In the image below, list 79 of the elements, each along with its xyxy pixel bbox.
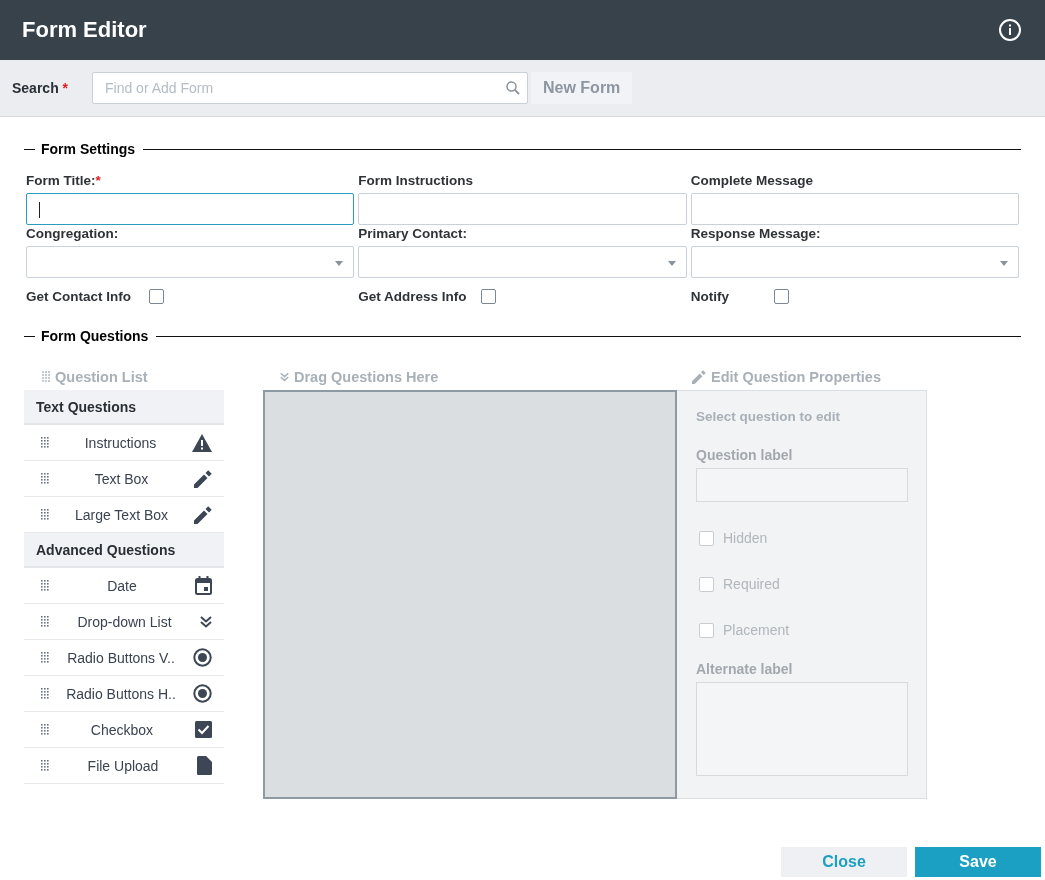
search-field[interactable]: Find or Add Form: [92, 72, 528, 104]
field-label: Form Title:*: [26, 173, 102, 188]
checkbox-label: Hidden: [723, 530, 768, 546]
double-chevron-icon: [280, 372, 289, 382]
field-label: Complete Message: [690, 173, 814, 188]
field-label: Response Message:: [690, 226, 822, 241]
grip-icon: [42, 371, 50, 383]
checkbox[interactable]: [773, 289, 789, 304]
question-type-label: Large Text Box: [73, 506, 170, 523]
grip-icon[interactable]: [41, 687, 49, 700]
grip-icon[interactable]: [41, 508, 49, 521]
checkbox-label: Notify: [690, 289, 730, 304]
panel-title: Drag Questions Here: [294, 369, 439, 385]
grip-icon[interactable]: [41, 579, 49, 592]
window-title: Form Editor: [22, 17, 147, 43]
grip-icon[interactable]: [41, 651, 49, 664]
checkbox-label: Required: [723, 576, 780, 592]
section-title: Form Settings: [41, 141, 136, 157]
section-title: Form Questions: [41, 328, 149, 344]
question-type-item[interactable]: Radio Buttons V..: [24, 640, 224, 676]
checkbox[interactable]: [699, 622, 714, 638]
question-type-item[interactable]: Date: [24, 568, 224, 604]
warning-icon: [192, 433, 212, 452]
grip-icon[interactable]: [41, 759, 49, 772]
properties-hint: Select question to edit: [696, 409, 842, 424]
question-type-label: File Upload: [86, 757, 160, 774]
question-type-label: Radio Buttons H..: [65, 685, 177, 702]
field-label: Form Instructions: [358, 173, 475, 188]
grip-icon[interactable]: [41, 615, 49, 628]
text-field[interactable]: [26, 193, 355, 225]
question-type-label: Radio Buttons V..: [66, 649, 176, 666]
question-label-field[interactable]: [696, 468, 908, 502]
question-type-label: Date: [106, 577, 138, 594]
dropdown-field[interactable]: [690, 246, 1019, 278]
field-label: Congregation:: [26, 226, 120, 241]
file-icon: [197, 756, 212, 775]
checkbox[interactable]: [481, 289, 497, 304]
search-icon[interactable]: [504, 79, 522, 97]
checkbox-label: Placement: [723, 622, 790, 638]
group-header: Advanced Questions: [24, 533, 224, 568]
question-type-item[interactable]: Text Box: [24, 461, 224, 497]
checkbox-label: Get Address Info: [358, 289, 468, 304]
field-label: Question label: [696, 447, 794, 463]
checkbox-icon: [195, 721, 212, 738]
panel-title: Edit Question Properties: [711, 369, 881, 385]
dropdown-field[interactable]: [26, 246, 355, 278]
field-label: Primary Contact:: [358, 226, 469, 241]
checkbox[interactable]: [699, 576, 714, 592]
question-type-item[interactable]: File Upload: [24, 748, 224, 784]
group-header: Text Questions: [24, 390, 224, 425]
checkbox[interactable]: [149, 289, 164, 304]
radio-icon: [193, 684, 212, 703]
text-field[interactable]: [358, 193, 687, 225]
info-icon[interactable]: [998, 18, 1022, 42]
calendar-icon: [195, 576, 212, 595]
pencil-icon: [692, 370, 706, 384]
text-field[interactable]: [690, 193, 1019, 225]
question-type-item[interactable]: Radio Buttons H..: [24, 676, 224, 712]
pencil-icon: [194, 469, 212, 488]
question-type-label: Drop-down List: [76, 613, 173, 630]
checkbox[interactable]: [699, 530, 714, 546]
grip-icon[interactable]: [41, 436, 49, 449]
search-label: Search *: [12, 80, 70, 96]
question-type-item[interactable]: Checkbox: [24, 712, 224, 748]
question-type-label: Instructions: [83, 434, 158, 451]
field-label: Alternate label: [696, 661, 794, 677]
question-type-item[interactable]: Instructions: [24, 425, 224, 461]
dropdown-field[interactable]: [358, 246, 687, 278]
question-type-label: Checkbox: [89, 721, 155, 738]
radio-icon: [193, 648, 212, 667]
question-type-label: Text Box: [93, 470, 150, 487]
question-type-item[interactable]: Drop-down List: [24, 604, 224, 640]
panel-title: Question List: [55, 369, 148, 385]
grip-icon[interactable]: [41, 472, 49, 485]
pencil-icon: [194, 505, 212, 524]
alternate-label-field[interactable]: [696, 682, 908, 776]
double-chevron-icon: [200, 615, 212, 628]
grip-icon[interactable]: [41, 723, 49, 736]
checkbox-label: Get Contact Info: [26, 289, 132, 304]
